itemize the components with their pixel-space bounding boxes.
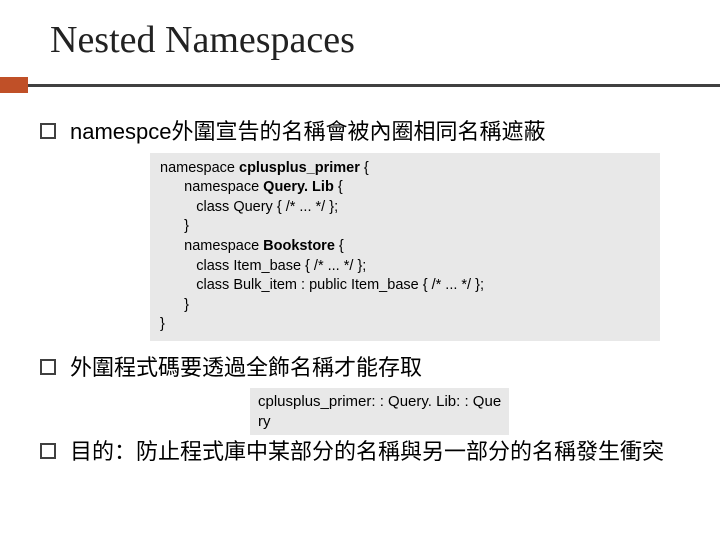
code-text: }: [160, 297, 189, 313]
code-text: cplusplus_primer: : Query. Lib: : Que: [258, 393, 501, 410]
code-text: namespace: [160, 160, 239, 176]
title-bar: Nested Namespaces: [0, 0, 720, 87]
code-text: namespace: [160, 179, 263, 195]
code-text: class Query { /* ... */ };: [160, 199, 338, 215]
code-text: class Item_base { /* ... */ };: [160, 258, 366, 274]
code-block-1: namespace cplusplus_primer { namespace Q…: [150, 153, 660, 341]
code-text: Bookstore: [263, 238, 335, 254]
bullet-item: 外圍程式碼要透過全飾名稱才能存取: [40, 353, 720, 383]
bullet-marker-icon: [40, 359, 56, 375]
bullet-text: namespce外圍宣告的名稱會被內圈相同名稱遮蔽: [70, 117, 546, 147]
title-accent: [0, 77, 28, 93]
code-text: Query. Lib: [263, 179, 334, 195]
code-text: cplusplus_primer: [239, 160, 360, 176]
code-text: namespace: [160, 238, 263, 254]
code-text: }: [160, 218, 189, 234]
code-text: {: [334, 179, 343, 195]
bullet-text: 外圍程式碼要透過全飾名稱才能存取: [70, 353, 422, 383]
code-block-2: cplusplus_primer: : Query. Lib: : Que ry: [250, 388, 509, 435]
code-text: {: [335, 238, 344, 254]
bullet-text: 目的：防止程式庫中某部分的名稱與另一部分的名稱發生衝突: [70, 437, 664, 467]
code-text: ry: [258, 413, 271, 430]
code-text: class Bulk_item : public Item_base { /* …: [160, 277, 484, 293]
code-text: {: [360, 160, 369, 176]
code-text: }: [160, 316, 165, 332]
bullet-marker-icon: [40, 123, 56, 139]
slide-title: Nested Namespaces: [50, 18, 720, 62]
slide-content: namespce外圍宣告的名稱會被內圈相同名稱遮蔽 namespace cplu…: [0, 87, 720, 467]
bullet-marker-icon: [40, 443, 56, 459]
bullet-item: 目的：防止程式庫中某部分的名稱與另一部分的名稱發生衝突: [40, 437, 720, 467]
bullet-item: namespce外圍宣告的名稱會被內圈相同名稱遮蔽: [40, 117, 720, 147]
